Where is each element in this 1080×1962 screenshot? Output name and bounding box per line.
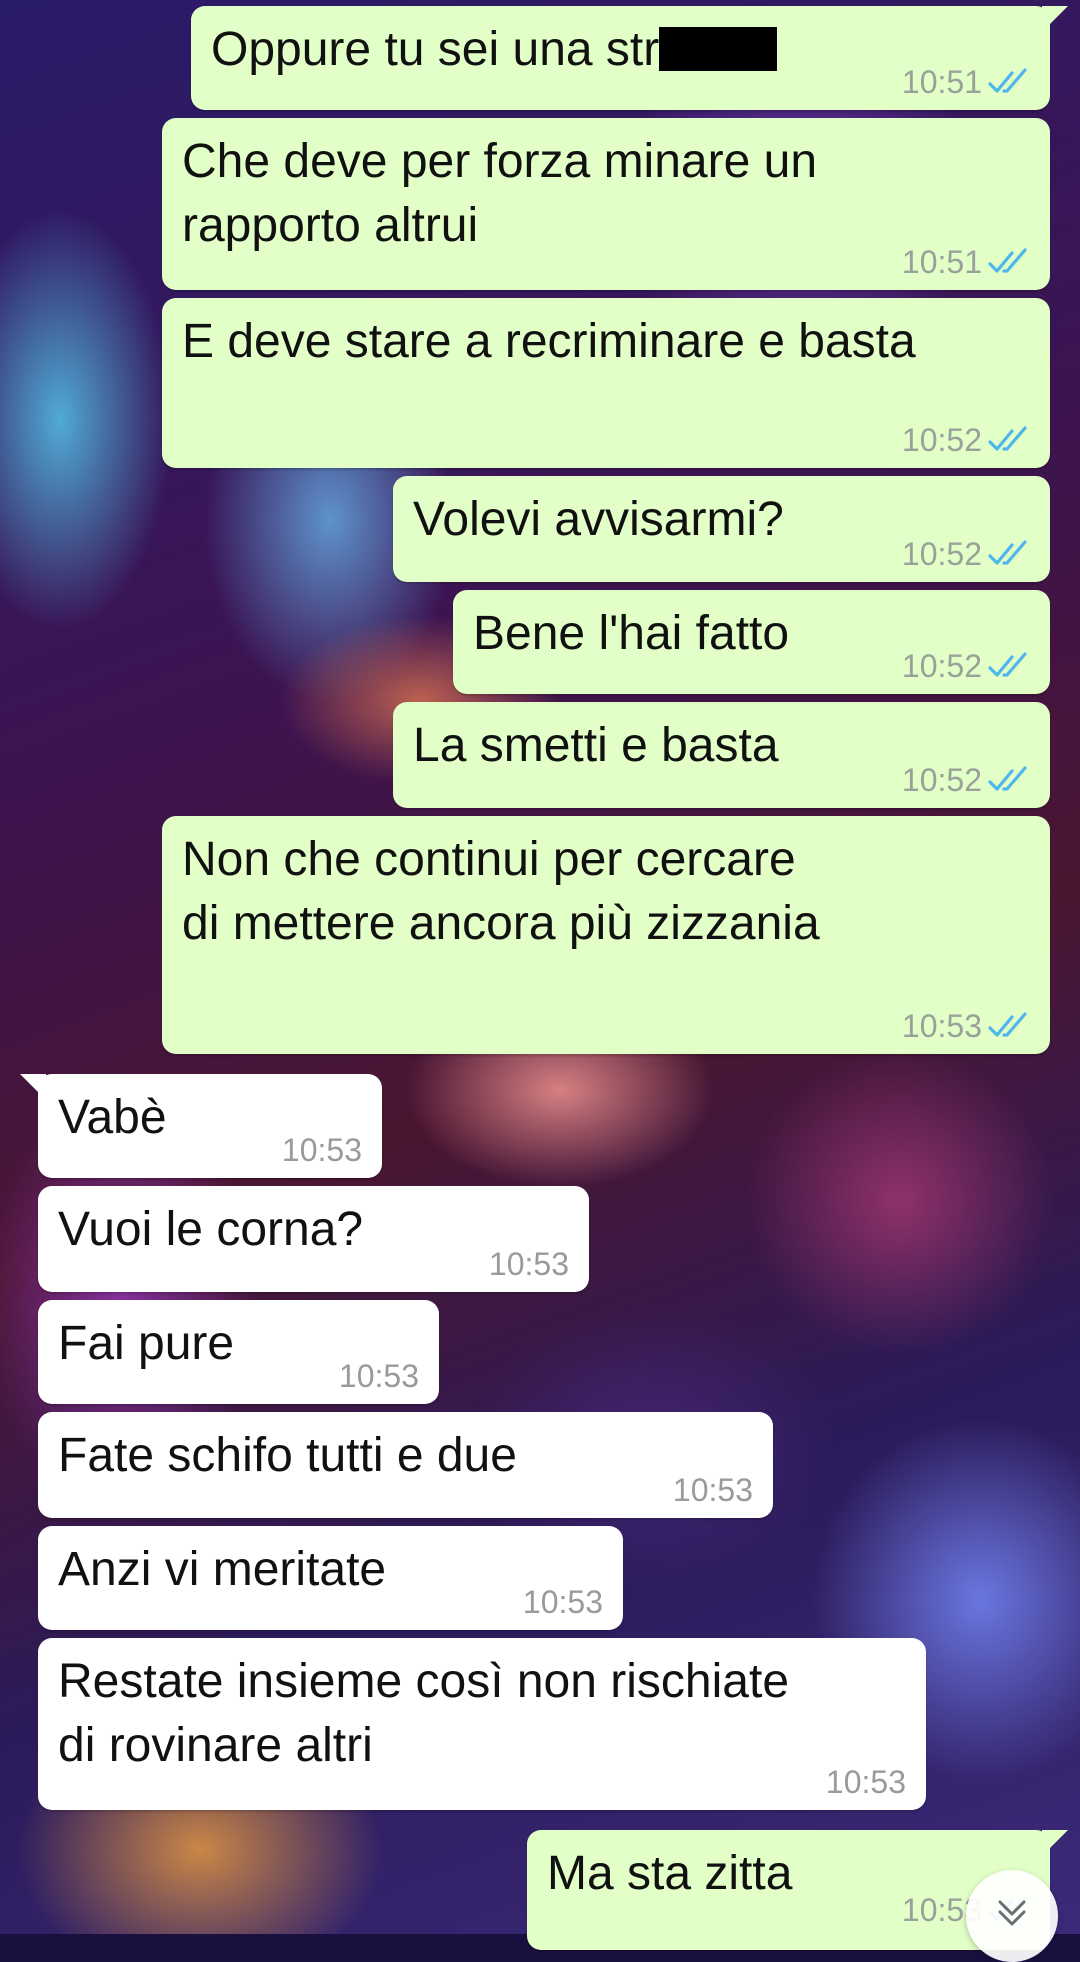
message-text: E deve stare a recriminare e basta xyxy=(182,315,916,368)
message-text: Restate insieme così non rischiate di ro… xyxy=(58,1655,790,1772)
message-time: 10:53 xyxy=(672,1472,753,1508)
message-time: 10:53 xyxy=(488,1246,569,1282)
message-bubble-incoming[interactable]: Fai pure 10:53 xyxy=(38,1300,439,1404)
double-check-icon xyxy=(988,248,1027,273)
bubble-tail xyxy=(20,1074,46,1100)
message-text: Fate schifo tutti e due xyxy=(58,1429,517,1482)
double-check-icon xyxy=(988,652,1027,677)
redaction-block xyxy=(659,27,778,71)
message-time: 10:53 xyxy=(338,1358,419,1394)
message-bubble-outgoing[interactable]: E deve stare a recriminare e basta 10:52 xyxy=(162,298,1050,468)
message-bubble-incoming[interactable]: Fate schifo tutti e due 10:53 xyxy=(38,1412,773,1518)
double-check-icon xyxy=(988,426,1027,451)
scroll-to-bottom-button[interactable] xyxy=(966,1870,1058,1962)
message-bubble-outgoing[interactable]: Non che continui per cercare di mettere … xyxy=(162,816,1050,1054)
message-time: 10:51 xyxy=(901,244,982,280)
message-time: 10:53 xyxy=(825,1764,906,1800)
chevron-down-icon xyxy=(998,1900,1026,1926)
message-time: 10:52 xyxy=(901,648,982,684)
message-bubble-incoming[interactable]: Vabè 10:53 xyxy=(20,1074,382,1178)
message-bubble-incoming[interactable]: Vuoi le corna? 10:53 xyxy=(38,1186,589,1292)
message-bubble-incoming[interactable]: Restate insieme così non rischiate di ro… xyxy=(38,1638,926,1810)
bubble-tail xyxy=(1042,1830,1068,1856)
message-text: Anzi vi meritate xyxy=(58,1543,387,1596)
message-time: 10:51 xyxy=(901,64,982,100)
double-check-icon xyxy=(988,766,1027,791)
message-time: 10:53 xyxy=(901,1008,982,1044)
double-check-icon xyxy=(988,68,1027,93)
message-time: 10:53 xyxy=(281,1132,362,1168)
message-text: Oppure tu sei una str xyxy=(211,23,660,76)
double-check-icon xyxy=(988,1012,1027,1037)
message-time: 10:52 xyxy=(901,422,982,458)
message-bubble-outgoing[interactable]: Volevi avvisarmi? 10:52 xyxy=(393,476,1050,582)
message-bubble-outgoing[interactable]: La smetti e basta 10:52 xyxy=(393,702,1050,808)
message-bubble-incoming[interactable]: Anzi vi meritate 10:53 xyxy=(38,1526,623,1630)
bubble-tail xyxy=(1042,6,1068,32)
message-text: Che deve per forza minare un rapporto al… xyxy=(182,135,818,252)
message-bubble-outgoing[interactable]: Che deve per forza minare un rapporto al… xyxy=(162,118,1050,290)
double-check-icon xyxy=(988,540,1027,565)
message-bubble-outgoing[interactable]: Oppure tu sei una str 10:51 xyxy=(191,6,1068,110)
message-bubble-outgoing[interactable]: Bene l'hai fatto 10:52 xyxy=(453,590,1050,694)
message-time: 10:52 xyxy=(901,762,982,798)
message-text: Non che continui per cercare di mettere … xyxy=(182,833,820,950)
message-time: 10:53 xyxy=(522,1584,603,1620)
message-time: 10:52 xyxy=(901,536,982,572)
